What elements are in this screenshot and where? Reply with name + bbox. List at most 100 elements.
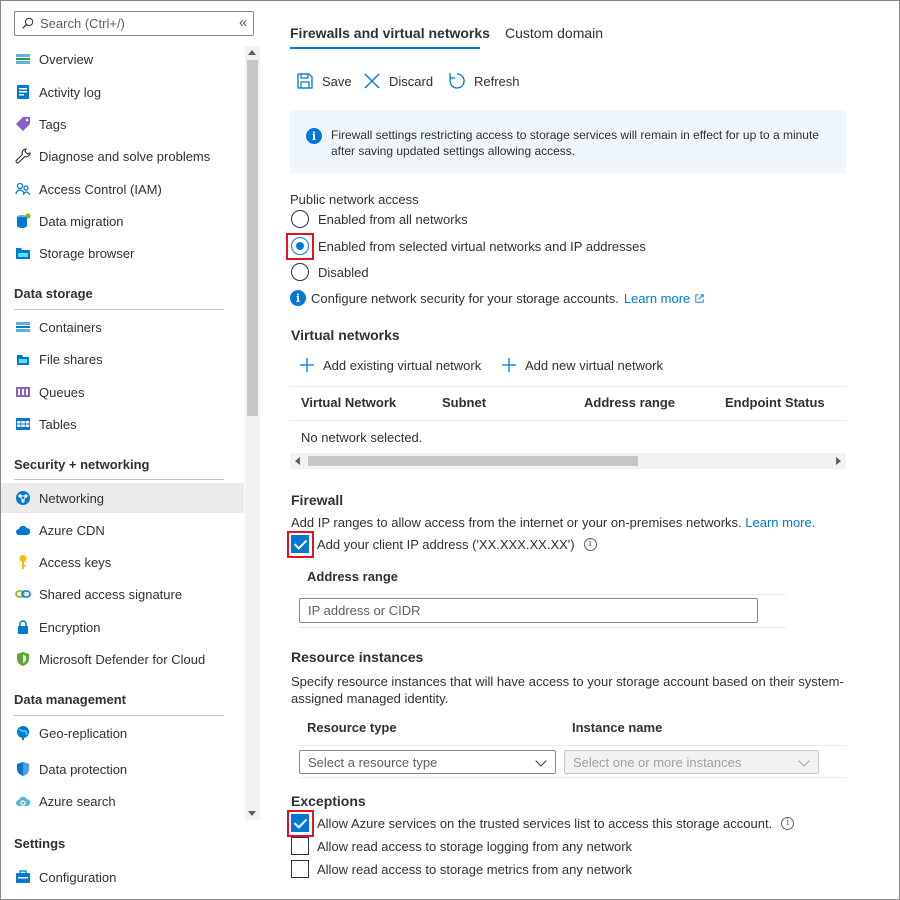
configuration-icon — [14, 869, 31, 886]
info-icon: i — [306, 128, 322, 144]
cloud-search-icon — [14, 793, 31, 810]
plus-icon — [300, 358, 314, 372]
sidebar-scrollbar[interactable] — [245, 46, 260, 820]
exception-metrics-row[interactable]: Allow read access to storage metrics fro… — [291, 860, 632, 878]
section-divider — [14, 309, 224, 310]
table-divider — [299, 594, 786, 595]
search-box[interactable]: Search (Ctrl+/) — [14, 11, 254, 36]
refresh-icon — [449, 73, 465, 89]
column-header-address-range[interactable]: Address range — [584, 395, 675, 410]
firewall-description: Add IP ranges to allow access from the i… — [291, 515, 816, 530]
add-existing-vnet-button[interactable]: Add existing virtual network — [299, 357, 481, 373]
section-divider — [14, 715, 224, 716]
table-divider — [290, 420, 846, 421]
chevron-down-icon — [535, 755, 547, 767]
radio-button[interactable] — [291, 210, 309, 228]
column-header-virtual-network[interactable]: Virtual Network — [301, 395, 396, 410]
resource-instances-description: Specify resource instances that will hav… — [291, 674, 844, 706]
scrollbar-thumb[interactable] — [247, 60, 258, 416]
logging-checkbox[interactable] — [291, 837, 309, 855]
ip-address-input[interactable]: IP address or CIDR — [299, 598, 758, 623]
table-divider — [299, 627, 786, 628]
sidebar-item-containers[interactable]: Containers — [0, 312, 244, 342]
exceptions-title: Exceptions — [291, 793, 366, 809]
sidebar-item-azure-cdn[interactable]: Azure CDN — [0, 515, 244, 545]
sidebar-item-data-protection[interactable]: Data protection — [0, 754, 244, 784]
scrollbar-thumb[interactable] — [308, 456, 638, 466]
activity-log-icon — [14, 84, 31, 101]
discard-button[interactable]: Discard — [363, 72, 433, 90]
scroll-right-icon[interactable] — [836, 457, 841, 465]
public-access-label: Public network access — [290, 192, 419, 207]
sidebar-item-diagnose[interactable]: Diagnose and solve problems — [0, 141, 244, 171]
table-divider — [299, 777, 846, 778]
highlight-box — [287, 810, 314, 837]
client-ip-checkbox-row[interactable]: Add your client IP address ('XX.XXX.XX.X… — [291, 535, 597, 553]
scroll-down-icon[interactable] — [248, 811, 256, 816]
storage-browser-icon — [14, 245, 31, 262]
radio-all-networks[interactable]: Enabled from all networks — [291, 210, 468, 228]
external-link-icon — [695, 293, 704, 303]
metrics-checkbox[interactable] — [291, 860, 309, 878]
sidebar-item-tables[interactable]: Tables — [0, 409, 244, 439]
collapse-sidebar-icon[interactable]: « — [239, 14, 247, 31]
column-header-endpoint-status[interactable]: Endpoint Status — [725, 395, 825, 410]
firewall-learn-more-link[interactable]: Learn more. — [745, 515, 815, 530]
sidebar-item-azure-search[interactable]: Azure search — [0, 786, 244, 816]
radio-disabled[interactable]: Disabled — [291, 263, 369, 281]
sidebar-item-geo-replication[interactable]: Geo-replication — [0, 718, 244, 748]
sidebar-item-activity-log[interactable]: Activity log — [0, 77, 244, 107]
globe-icon — [14, 725, 31, 742]
add-new-vnet-button[interactable]: Add new virtual network — [501, 357, 663, 373]
people-icon — [14, 181, 31, 198]
sidebar-item-defender[interactable]: Microsoft Defender for Cloud — [0, 644, 244, 674]
plus-icon — [502, 358, 516, 372]
instance-name-dropdown[interactable]: Select one or more instances — [564, 750, 819, 774]
sidebar-item-file-shares[interactable]: File shares — [0, 344, 244, 374]
shield-icon — [14, 651, 31, 668]
save-button[interactable]: Save — [296, 72, 352, 90]
table-divider — [290, 386, 846, 387]
scroll-up-icon[interactable] — [248, 50, 256, 55]
radio-selected-networks[interactable]: Enabled from selected virtual networks a… — [291, 237, 646, 255]
section-data-storage: Data storage — [14, 286, 93, 301]
sidebar-item-configuration[interactable]: Configuration — [0, 862, 244, 892]
refresh-button[interactable]: Refresh — [448, 72, 520, 90]
section-security-networking: Security + networking — [14, 457, 150, 472]
sidebar-item-networking[interactable]: Networking — [0, 483, 244, 513]
info-icon: i — [290, 290, 306, 306]
sidebar-item-access-keys[interactable]: Access keys — [0, 547, 244, 577]
exception-logging-row[interactable]: Allow read access to storage logging fro… — [291, 837, 632, 855]
table-horizontal-scrollbar[interactable] — [290, 453, 846, 469]
info-banner: i Firewall settings restricting access t… — [290, 110, 846, 173]
sidebar-item-overview[interactable]: Overview — [0, 44, 244, 74]
sidebar-item-tags[interactable]: Tags — [0, 109, 244, 139]
data-migration-icon — [14, 213, 31, 230]
link-icon — [14, 586, 31, 603]
sidebar-item-storage-browser[interactable]: Storage browser — [0, 238, 244, 268]
highlight-box — [286, 233, 314, 260]
radio-button[interactable] — [291, 263, 309, 281]
section-settings: Settings — [14, 836, 66, 851]
resource-type-dropdown[interactable]: Select a resource type — [299, 750, 556, 774]
sidebar: Search (Ctrl+/) « Overview Activity log … — [0, 0, 262, 900]
highlight-box — [287, 531, 314, 558]
tab-custom-domain[interactable]: Custom domain — [505, 25, 603, 41]
section-divider — [14, 479, 224, 480]
sidebar-item-sas[interactable]: Shared access signature — [0, 579, 244, 609]
tab-firewalls[interactable]: Firewalls and virtual networks — [290, 25, 490, 41]
overview-icon — [14, 51, 31, 68]
learn-more-link[interactable]: Learn more — [624, 291, 690, 306]
firewall-title: Firewall — [291, 492, 344, 508]
sidebar-item-data-migration[interactable]: Data migration — [0, 206, 244, 236]
info-icon[interactable]: i — [583, 537, 597, 551]
info-icon[interactable]: i — [781, 816, 795, 830]
search-icon — [22, 17, 34, 29]
sidebar-item-queues[interactable]: Queues — [0, 377, 244, 407]
column-header-subnet[interactable]: Subnet — [442, 395, 486, 410]
sidebar-item-iam[interactable]: Access Control (IAM) — [0, 174, 244, 204]
column-header-resource-type: Resource type — [307, 720, 397, 735]
scroll-left-icon[interactable] — [295, 457, 300, 465]
sidebar-item-encryption[interactable]: Encryption — [0, 612, 244, 642]
exception-trusted-services-row[interactable]: Allow Azure services on the trusted serv… — [291, 814, 795, 832]
